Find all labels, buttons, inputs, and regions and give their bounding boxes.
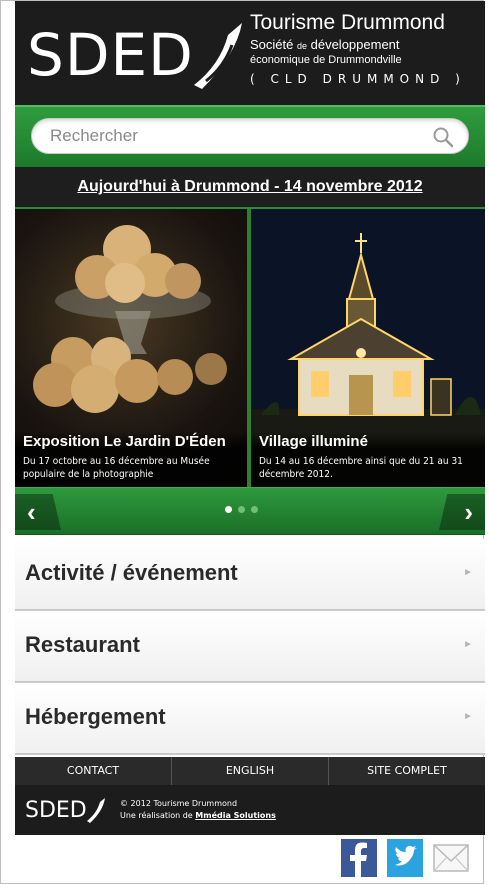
- slide-caption: Exposition Le Jardin D'Éden Du 17 octobr…: [15, 432, 247, 487]
- menu-item-label: Restaurant: [25, 632, 140, 657]
- slide-title: Village illuminé: [259, 433, 368, 450]
- menu-item-label: Activité / événement: [25, 560, 238, 585]
- today-link[interactable]: Aujourd'hui à Drummond - 14 novembre 201…: [77, 178, 422, 195]
- chevron-right-icon: ►: [463, 711, 473, 722]
- carousel-dot[interactable]: [225, 506, 232, 513]
- social-links: [341, 839, 469, 877]
- menu-item-label: Hébergement: [25, 704, 166, 729]
- credit-link[interactable]: Mmédia Solutions: [195, 811, 276, 820]
- today-bar: Aujourd'hui à Drummond - 14 novembre 201…: [15, 167, 485, 209]
- carousel-next-button[interactable]: ›: [439, 494, 485, 530]
- logo-swoosh-icon: [86, 798, 105, 823]
- chevron-left-icon: ‹: [27, 497, 36, 527]
- footer-nav: CONTACT ENGLISH SITE COMPLET: [15, 757, 485, 785]
- slide-title: Exposition Le Jardin D'Éden: [23, 433, 226, 450]
- brand-subtitle-1: Société de développement: [250, 37, 400, 52]
- brand-block: Tourisme Drummond Société de développeme…: [250, 11, 466, 87]
- slide-village-illumine[interactable]: Village illuminé Du 14 au 16 décembre ai…: [251, 209, 485, 487]
- menu-item-restaurant[interactable]: Restaurant ►: [15, 611, 485, 683]
- footer-link-english[interactable]: ENGLISH: [172, 757, 329, 785]
- email-icon[interactable]: [433, 839, 469, 877]
- logo-swoosh-icon: [193, 23, 242, 89]
- facebook-icon[interactable]: [341, 839, 377, 877]
- search-bar: [15, 105, 485, 167]
- slide-jardin-eden[interactable]: Exposition Le Jardin D'Éden Du 17 octobr…: [15, 209, 247, 487]
- carousel-dot[interactable]: [251, 506, 258, 513]
- footer-logo[interactable]: SDED: [25, 795, 107, 825]
- page-frame: SDED Tourisme Drummond Société de dévelo…: [0, 0, 485, 884]
- search-input[interactable]: [50, 119, 430, 153]
- footer-link-contact[interactable]: CONTACT: [15, 757, 172, 785]
- featured-carousel: Exposition Le Jardin D'Éden Du 17 octobr…: [15, 209, 485, 487]
- credit-line: Une réalisation de Mmédia Solutions: [120, 811, 276, 820]
- chevron-right-icon: ►: [463, 639, 473, 650]
- site-header: SDED Tourisme Drummond Société de dévelo…: [15, 1, 485, 105]
- menu-item-activite[interactable]: Activité / événement ►: [15, 539, 485, 611]
- slide-caption: Village illuminé Du 14 au 16 décembre ai…: [251, 432, 485, 487]
- copyright-text: © 2012 Tourisme Drummond: [120, 799, 238, 808]
- logo-text: SDED: [27, 21, 194, 89]
- brand-subtitle-3: ( CLD DRUMMOND ): [250, 72, 466, 86]
- slide-description: Du 14 au 16 décembre ainsi que du 21 au …: [259, 456, 463, 480]
- footer-logo-text: SDED: [25, 797, 87, 823]
- chevron-right-icon: ►: [463, 567, 473, 578]
- category-menu: Activité / événement ► Restaurant ► Hébe…: [15, 539, 485, 755]
- footer: SDED © 2012 Tourisme Drummond Une réalis…: [15, 785, 485, 835]
- chevron-right-icon: ›: [464, 497, 473, 527]
- search-field: [31, 118, 469, 154]
- carousel-dot[interactable]: [238, 506, 245, 513]
- carousel-prev-button[interactable]: ‹: [15, 494, 61, 530]
- slide-description: Du 17 octobre au 16 décembre au Musée po…: [23, 456, 210, 480]
- copyright: © 2012 Tourisme Drummond Une réalisation…: [120, 798, 276, 822]
- carousel-dots: [225, 506, 258, 513]
- footer-link-site-complet[interactable]: SITE COMPLET: [329, 757, 485, 785]
- search-icon[interactable]: [432, 126, 454, 148]
- twitter-icon[interactable]: [387, 839, 423, 877]
- menu-item-hebergement[interactable]: Hébergement ►: [15, 683, 485, 755]
- sded-logo[interactable]: SDED: [27, 15, 246, 95]
- brand-title: Tourisme Drummond: [250, 11, 445, 34]
- brand-subtitle-2: économique de Drummondville: [250, 54, 402, 66]
- carousel-nav: ‹ ›: [15, 487, 485, 535]
